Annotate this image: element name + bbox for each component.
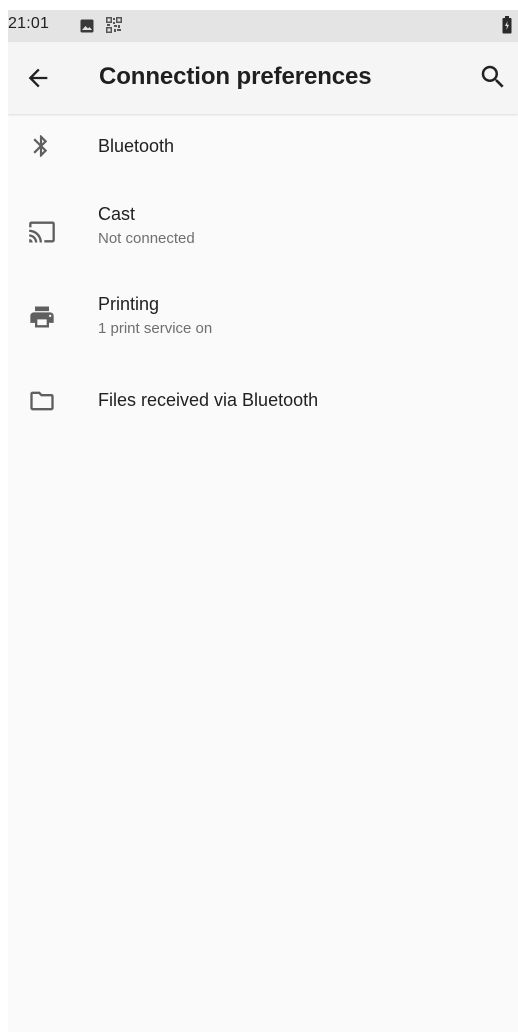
arrow-back-icon xyxy=(28,68,48,88)
folder-icon xyxy=(28,387,56,420)
settings-list: Bluetooth Cast Not connected Printing 1 … xyxy=(8,114,518,440)
status-time: 21:01 xyxy=(8,15,50,32)
battery-icon xyxy=(502,16,512,39)
gallery-icon xyxy=(80,19,94,38)
printer-icon xyxy=(28,303,56,336)
status-bar: 21:01 xyxy=(8,10,518,42)
qr-code-icon xyxy=(106,17,122,38)
app-bar: Connection preferences xyxy=(8,42,518,114)
item-title: Cast xyxy=(98,204,136,224)
search-icon xyxy=(481,65,504,88)
list-item-files-received[interactable]: Files received via Bluetooth xyxy=(8,370,518,440)
search-button[interactable] xyxy=(478,62,508,92)
bluetooth-icon xyxy=(28,133,54,164)
item-title: Files received via Bluetooth xyxy=(98,390,319,410)
list-item-printing[interactable]: Printing 1 print service on xyxy=(8,278,518,370)
item-title: Printing xyxy=(98,294,160,314)
item-summary: 1 print service on xyxy=(98,320,213,337)
item-summary: Not connected xyxy=(98,230,195,247)
cast-icon xyxy=(28,218,56,251)
list-item-cast[interactable]: Cast Not connected xyxy=(8,188,518,278)
settings-screen: 21:01 Connection preferences Bluetooth C… xyxy=(8,10,518,1032)
back-button[interactable] xyxy=(24,64,52,92)
page-title: Connection preferences xyxy=(99,63,372,90)
list-item-bluetooth[interactable]: Bluetooth xyxy=(8,114,518,188)
item-title: Bluetooth xyxy=(98,136,175,156)
